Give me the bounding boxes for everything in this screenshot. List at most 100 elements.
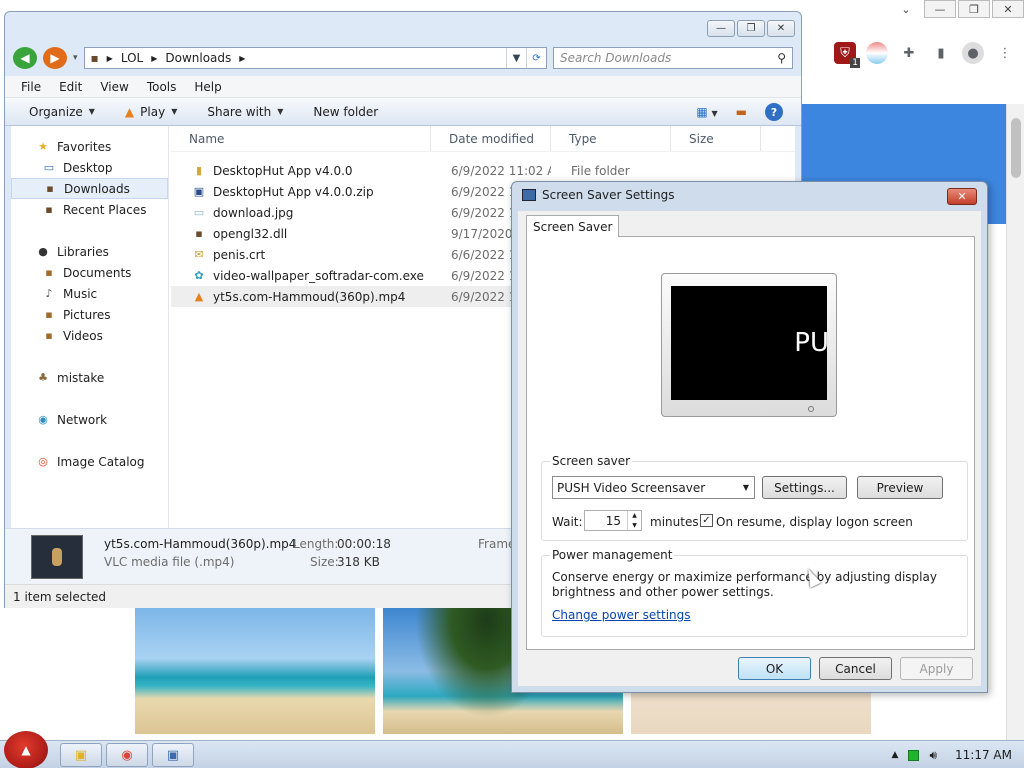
nav-image-catalog[interactable]: ◎ Image Catalog	[11, 451, 168, 472]
flag-extension-icon[interactable]	[866, 42, 888, 64]
nav-network[interactable]: ◉ Network	[11, 409, 168, 430]
change-power-settings-link[interactable]: Change power settings	[552, 608, 691, 622]
tab-screen-saver[interactable]: Screen Saver	[526, 215, 620, 237]
breadcrumb-separator-icon[interactable]: ▶	[107, 54, 113, 63]
dialog-close-button[interactable]: ✕	[947, 188, 977, 205]
logon-checkbox-label[interactable]: On resume, display logon screen	[716, 515, 913, 529]
screensaver-select[interactable]: PUSH Video Screensaver ▼	[552, 476, 755, 499]
column-headers: Name Date modified Type Size	[171, 126, 795, 152]
beach-photo-1[interactable]	[135, 608, 375, 734]
clock[interactable]: 11:17 AM	[955, 748, 1012, 762]
nav-mistake[interactable]: ♣ mistake	[11, 367, 168, 388]
scrollbar-thumb[interactable]	[1011, 118, 1021, 178]
spinner-arrows-icon[interactable]: ▲ ▼	[627, 511, 641, 530]
explorer-titlebar[interactable]: — ❐ ✕	[5, 12, 801, 42]
nav-downloads[interactable]: ▪ Downloads	[11, 178, 168, 199]
file-row[interactable]: ▮ DesktopHut App v4.0.0 6/9/2022 11:02 AM…	[171, 160, 795, 181]
tab-search-button[interactable]: ⌄	[890, 0, 922, 18]
new-folder-button[interactable]: New folder	[313, 105, 378, 119]
column-name[interactable]: Name	[171, 126, 431, 151]
preview-text: PU	[794, 328, 827, 358]
chevron-down-icon: ▼	[88, 107, 95, 116]
dialog-titlebar[interactable]: Screen Saver Settings	[522, 188, 675, 202]
nav-favorites-label: Favorites	[57, 139, 112, 154]
nav-recent-places[interactable]: ▪ Recent Places	[11, 199, 168, 220]
puzzle-icon[interactable]: ✚	[898, 42, 920, 64]
organize-label: Organize	[29, 104, 83, 119]
wait-minutes-spinner[interactable]: 15 ▲ ▼	[584, 510, 642, 531]
menu-help[interactable]: Help	[194, 80, 221, 94]
new-folder-label: New folder	[313, 104, 379, 119]
settings-button[interactable]: Settings...	[762, 476, 847, 499]
play-label: Play	[140, 104, 166, 119]
menu-view[interactable]: View	[100, 80, 128, 94]
logon-checkbox[interactable]: ✓	[700, 514, 713, 527]
nav-desktop[interactable]: ▭ Desktop	[11, 157, 168, 178]
nav-libraries[interactable]: ● Libraries	[11, 241, 168, 262]
volume-icon[interactable]: 🔊︎	[929, 748, 937, 763]
address-history-dropdown[interactable]: ▼	[506, 48, 526, 68]
ublock-extension-icon[interactable]: ⛨ 1	[834, 42, 860, 68]
back-button[interactable]: ◀	[13, 47, 37, 69]
menu-file[interactable]: File	[21, 80, 41, 94]
breadcrumb-downloads[interactable]: Downloads	[165, 51, 231, 65]
organize-button[interactable]: Organize ▼	[29, 105, 95, 119]
nav-music[interactable]: ♪ Music	[11, 283, 168, 304]
profile-avatar-icon[interactable]: ●	[962, 42, 984, 64]
explorer-minimize-button[interactable]: —	[707, 20, 735, 37]
address-bar[interactable]: ▪ ▶ LOL ▶ Downloads ▶ ▼ ⟳	[83, 47, 547, 69]
search-icon[interactable]: ⚲	[777, 51, 786, 65]
menu-tools[interactable]: Tools	[147, 80, 177, 94]
extension-badge: 1	[850, 58, 860, 68]
side-panel-icon[interactable]: ▮	[930, 42, 952, 64]
view-options-icon[interactable]: ▦ ▼	[696, 105, 717, 119]
nav-videos[interactable]: ▪ Videos	[11, 325, 168, 346]
monitor-power-led	[808, 406, 814, 412]
taskbar-chrome-button[interactable]: ◉	[106, 743, 148, 767]
refresh-icon[interactable]: ⟳	[526, 48, 546, 68]
ok-button[interactable]: OK	[738, 657, 811, 680]
forward-button[interactable]: ▶	[43, 47, 67, 69]
taskbar-screensaver-button[interactable]: ▣	[152, 743, 194, 767]
search-placeholder[interactable]: Search Downloads	[560, 51, 671, 65]
explorer-close-button[interactable]: ✕	[767, 20, 795, 37]
show-hidden-icons-icon[interactable]: ▲	[892, 750, 899, 760]
breadcrumb-lol[interactable]: LOL	[121, 51, 143, 65]
play-button[interactable]: ▲ Play ▼	[125, 105, 177, 119]
documents-icon: ▪	[45, 266, 53, 279]
browser-restore-button[interactable]: ❐	[958, 0, 990, 18]
breadcrumb-separator-icon[interactable]: ▶	[239, 54, 245, 63]
monitor-preview: PU	[661, 273, 837, 417]
network-status-icon[interactable]	[908, 749, 920, 761]
apply-button[interactable]: Apply	[900, 657, 973, 680]
explorer-maximize-button[interactable]: ❐	[737, 20, 765, 37]
status-text: 1 item selected	[13, 589, 107, 604]
cancel-button[interactable]: Cancel	[819, 657, 892, 680]
menu-edit[interactable]: Edit	[59, 80, 82, 94]
column-size[interactable]: Size	[671, 126, 761, 151]
search-box[interactable]: Search Downloads ⚲	[553, 47, 793, 69]
browser-menu-icon[interactable]: ⋮	[994, 42, 1016, 64]
recent-pages-dropdown[interactable]: ▾	[73, 53, 78, 63]
start-button[interactable]: ▲	[4, 731, 48, 768]
share-with-button[interactable]: Share with ▼	[207, 105, 283, 119]
page-scrollbar[interactable]	[1006, 104, 1024, 740]
browser-minimize-button[interactable]: —	[924, 0, 956, 18]
nav-favorites[interactable]: ★ Favorites	[11, 136, 168, 157]
breadcrumb-separator-icon[interactable]: ▶	[151, 54, 157, 63]
column-date-modified[interactable]: Date modified	[431, 126, 551, 151]
browser-close-button[interactable]: ✕	[992, 0, 1024, 18]
preview-pane-icon[interactable]: ▬	[736, 105, 747, 119]
nav-pictures[interactable]: ▪ Pictures	[11, 304, 168, 325]
nav-documents[interactable]: ▪ Documents	[11, 262, 168, 283]
zip-folder-icon: ▮	[195, 164, 203, 177]
file-name: DesktopHut App v4.0.0	[213, 163, 353, 178]
column-type[interactable]: Type	[551, 126, 671, 151]
help-icon[interactable]: ?	[765, 103, 783, 121]
screen-saver-group-label: Screen saver	[550, 454, 633, 468]
file-name: opengl32.dll	[213, 226, 288, 241]
preview-button[interactable]: Preview	[857, 476, 943, 499]
file-name: penis.crt	[213, 247, 266, 262]
taskbar-explorer-button[interactable]: ▣	[60, 743, 102, 767]
